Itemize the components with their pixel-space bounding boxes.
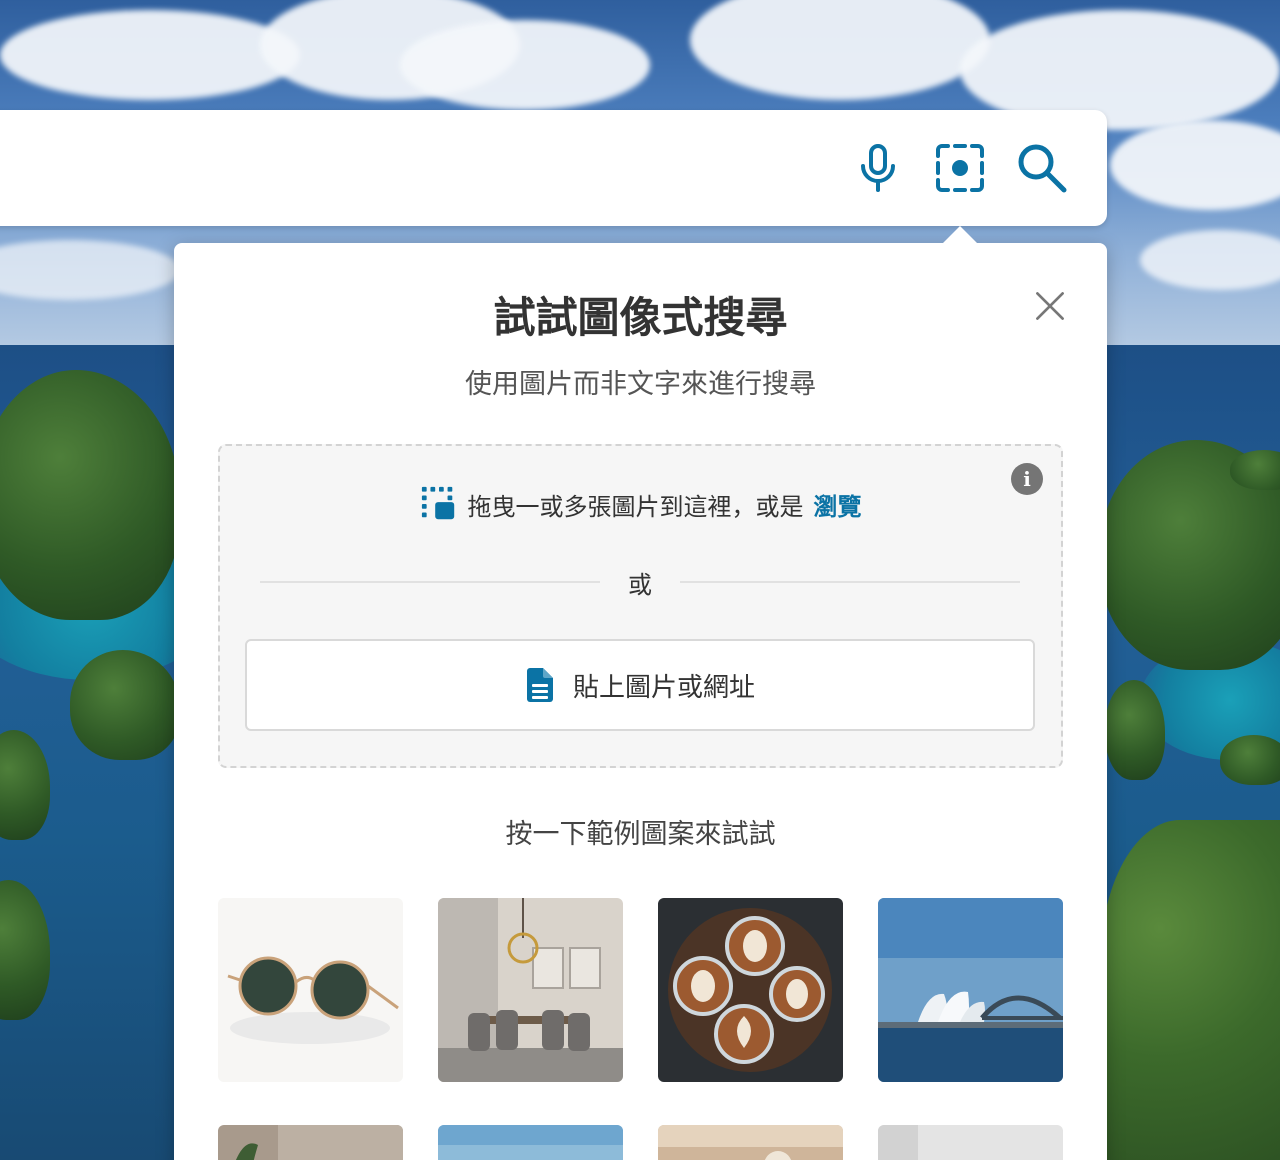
example-image-sunset[interactable]: [658, 1125, 843, 1160]
microphone-icon[interactable]: [848, 138, 908, 198]
visual-search-icon[interactable]: [930, 138, 990, 198]
drag-image-icon: [421, 486, 454, 520]
example-image-sky[interactable]: [438, 1125, 623, 1160]
popup-pointer: [942, 226, 978, 244]
popup-subtitle: 使用圖片而非文字來進行搜尋: [465, 369, 816, 400]
popup-title: 試試圖像式搜尋: [493, 293, 788, 342]
example-image-sydney-opera-house[interactable]: [878, 898, 1063, 1082]
search-icon[interactable]: [1012, 138, 1072, 198]
divider-line-left: [260, 581, 600, 583]
forest-shore: [1100, 820, 1280, 1160]
example-image-plant[interactable]: [218, 1125, 403, 1160]
drag-text: 拖曳一或多張圖片到這裡，或是: [467, 492, 804, 521]
browse-link[interactable]: 瀏覽: [814, 487, 862, 522]
example-image-dining-room[interactable]: [438, 898, 623, 1082]
divider-line-right: [680, 581, 1020, 583]
document-icon: [526, 668, 553, 702]
example-image-light[interactable]: [878, 1125, 1063, 1160]
or-text: 或: [628, 570, 652, 599]
paste-button-label: 貼上圖片或網址: [572, 672, 755, 703]
drag-instructions: 拖曳一或多張圖片到這裡，或是 瀏覽: [218, 482, 1063, 526]
example-image-sunglasses[interactable]: [218, 898, 403, 1082]
paste-image-or-url-button[interactable]: 貼上圖片或網址: [245, 639, 1035, 731]
or-divider: 或: [260, 562, 1020, 602]
example-image-latte-art[interactable]: [658, 898, 843, 1082]
examples-label: 按一下範例圖案來試試: [505, 819, 776, 850]
